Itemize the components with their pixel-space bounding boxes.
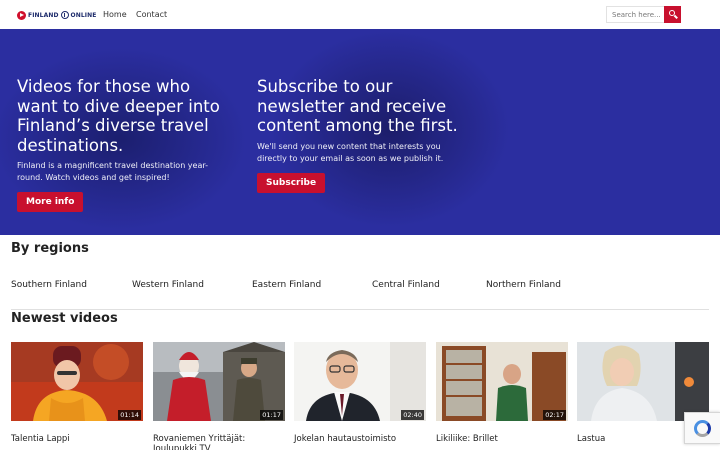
logo-text-right: ONLINE (70, 11, 97, 19)
newsletter-title: Subscribe to our newsletter and receive … (257, 77, 458, 135)
video-duration: 01:17 (260, 410, 283, 420)
video-card[interactable]: 02:17 Likiliike: Brillet (436, 342, 568, 444)
video-title[interactable]: Jokelan hautaustoimisto (294, 434, 426, 444)
videos-title: Newest videos (11, 311, 118, 326)
video-duration: 02:40 (401, 410, 424, 420)
video-thumbnail[interactable]: 02:17 (436, 342, 568, 421)
play-icon (17, 10, 26, 20)
video-title[interactable]: Rovaniemen Yrittäjät: Joulupukki TV (153, 434, 285, 450)
video-thumbnail[interactable]: 02:40 (294, 342, 426, 421)
video-thumbnail[interactable]: 01:14 (11, 342, 143, 421)
video-duration: 01:14 (118, 410, 141, 420)
region-central-finland[interactable]: Central Finland (372, 280, 440, 290)
recaptcha-badge[interactable] (684, 412, 720, 444)
region-eastern-finland[interactable]: Eastern Finland (252, 280, 321, 290)
more-info-button[interactable]: More info (17, 192, 84, 212)
hero-info: Videos for those who want to dive deeper… (17, 77, 232, 212)
hero-info-description: Finland is a magnificent travel destinat… (17, 161, 209, 182)
newsletter-description: We'll send you new content that interest… (257, 141, 444, 163)
region-northern-finland[interactable]: Northern Finland (486, 280, 561, 290)
site-header: FINLAND ONLINE Home Contact Search here.… (0, 0, 720, 29)
seal-icon (60, 11, 69, 19)
hero-newsletter: Subscribe to our newsletter and receive … (257, 77, 467, 193)
recaptcha-icon (694, 420, 711, 437)
hero-info-title: Videos for those who want to dive deeper… (17, 77, 220, 155)
region-western-finland[interactable]: Western Finland (132, 280, 204, 290)
video-card[interactable]: 01:17 Rovaniemen Yrittäjät: Joulupukki T… (153, 342, 285, 450)
video-title[interactable]: Likiliike: Brillet (436, 434, 568, 444)
video-title[interactable]: Talentia Lappi (11, 434, 143, 444)
nav-contact[interactable]: Contact (136, 10, 167, 19)
region-southern-finland[interactable]: Southern Finland (11, 280, 87, 290)
subscribe-button[interactable]: Subscribe (257, 172, 326, 193)
logo-text-left: FINLAND (28, 11, 59, 19)
section-divider (11, 309, 709, 310)
regions-title: By regions (11, 241, 89, 256)
nav-home[interactable]: Home (103, 10, 127, 19)
site-logo[interactable]: FINLAND ONLINE (17, 9, 96, 21)
video-thumbnail[interactable]: 01:17 (153, 342, 285, 421)
video-thumbnail[interactable] (577, 342, 709, 421)
video-thumbnail-image (577, 342, 709, 421)
video-card[interactable]: 01:14 Talentia Lappi (11, 342, 143, 444)
search-button[interactable] (664, 6, 681, 23)
video-duration: 02:17 (543, 410, 566, 420)
hero-banner: Videos for those who want to dive deeper… (0, 29, 720, 235)
search-input[interactable]: Search here... (606, 6, 664, 23)
video-card[interactable]: 02:40 Jokelan hautaustoimisto (294, 342, 426, 444)
